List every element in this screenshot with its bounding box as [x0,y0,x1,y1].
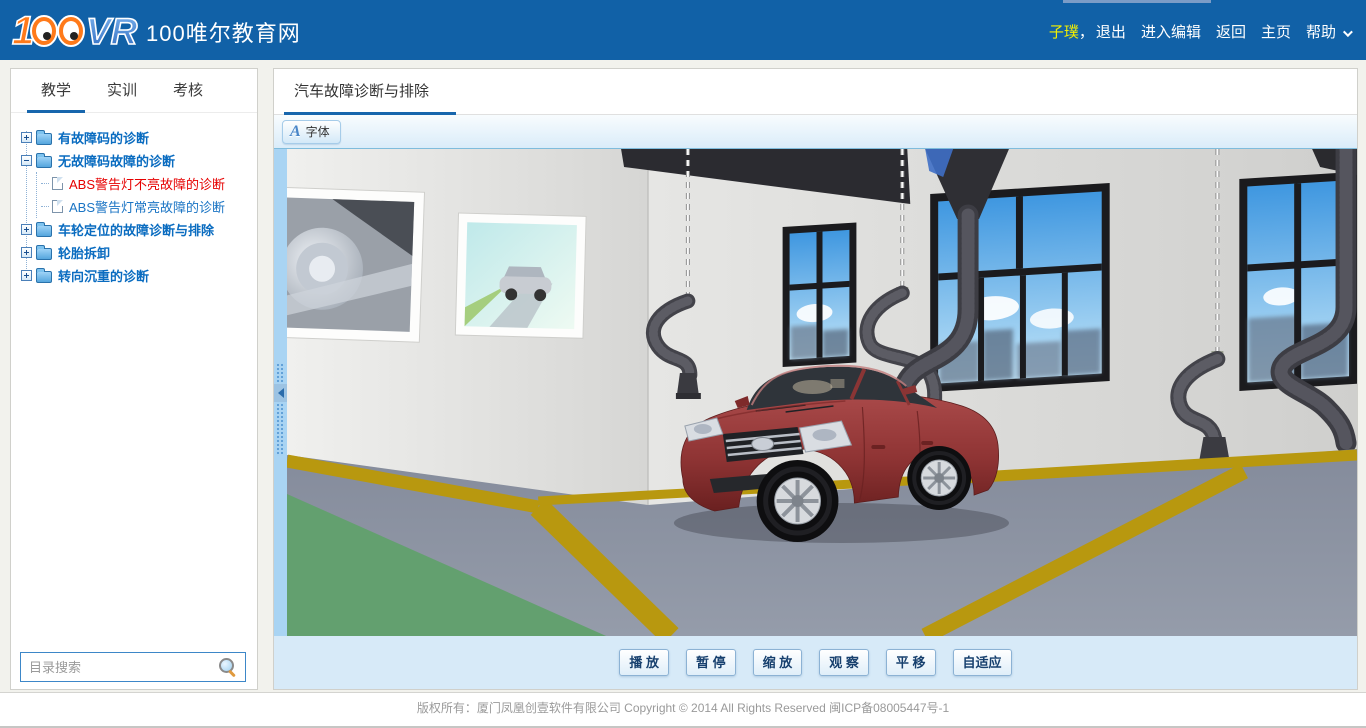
tab-course-title[interactable]: 汽车故障诊断与排除 [294,69,429,115]
copyright-text: 版权所有：厦门凤凰创壹软件有限公司 Copyright © 2014 All R… [417,701,949,715]
sidebar: 教学 实训 考核 有故障码的诊断 无故障码故障的诊断 ABS警告灯不亮故障的诊断… [10,68,258,690]
footer: 版权所有：厦门凤凰创壹软件有限公司 Copyright © 2014 All R… [0,692,1366,728]
arrow-left-icon [273,388,284,398]
pause-button[interactable]: 暂 停 [686,649,736,676]
tree-node-folder[interactable]: 无故障码故障的诊断 [21,149,257,172]
course-tree: 有故障码的诊断 无故障码故障的诊断 ABS警告灯不亮故障的诊断 ABS警告灯常亮… [11,113,257,287]
tree-node-folder[interactable]: 有故障码的诊断 [21,126,257,149]
front-wheel [757,460,839,542]
site-title: 100唯尔教育网 [146,16,301,48]
header: 1 VR 100唯尔教育网 子璞 ， 退出 进入编辑 返回 主页 帮助 [0,0,1366,60]
site-logo[interactable]: 1 VR [10,6,142,54]
garage-render[interactable] [287,149,1357,636]
username[interactable]: 子璞 [1049,21,1079,42]
search-icon[interactable] [219,658,237,676]
help-menu[interactable]: 帮助 [1306,21,1350,42]
logout-link[interactable]: 退出 [1096,21,1126,42]
expand-plus-icon[interactable] [21,224,32,235]
pan-button[interactable]: 平 移 [886,649,936,676]
main-panel: 汽车故障诊断与排除 A 字体 [273,68,1358,690]
expand-plus-icon[interactable] [21,270,32,281]
tree-node-doc[interactable]: ABS警告灯常亮故障的诊断 [41,195,257,218]
tree-node-doc-selected[interactable]: ABS警告灯不亮故障的诊断 [41,172,257,195]
document-icon [52,177,63,190]
folder-icon [36,225,52,237]
catalog-search [20,652,246,682]
3d-garage-scene[interactable] [287,149,1357,636]
font-button[interactable]: A 字体 [282,120,341,144]
chevron-down-icon [1343,27,1353,37]
fit-button[interactable]: 自适应 [953,649,1012,676]
viewer-controls: 播 放 暂 停 缩 放 观 察 平 移 自适应 [274,636,1357,689]
tab-assessment[interactable]: 考核 [155,69,221,112]
picture-frame-headlight [287,187,425,342]
folder-icon [36,133,52,145]
observe-button[interactable]: 观 察 [819,649,869,676]
sidebar-collapse-splitter[interactable] [274,149,287,636]
picture-frame-car [455,213,586,338]
expand-plus-icon[interactable] [21,132,32,143]
back-link[interactable]: 返回 [1216,21,1246,42]
tree-node-folder[interactable]: 轮胎拆卸 [21,241,257,264]
svg-text:VR: VR [86,11,138,52]
viewer-toolbar: A 字体 [274,115,1357,149]
header-accent-strip [1063,0,1211,3]
font-a-icon: A [290,124,301,140]
viewer-area [274,149,1357,636]
splitter-grip [276,363,285,456]
content-tabbar: 汽车故障诊断与排除 [274,69,1357,115]
logo-100vr-icon: 1 VR [10,6,142,54]
document-icon [52,200,63,213]
search-input[interactable] [21,660,219,675]
window [783,222,857,367]
rear-wheel [907,446,971,510]
play-button[interactable]: 播 放 [619,649,669,676]
tree-children: ABS警告灯不亮故障的诊断 ABS警告灯常亮故障的诊断 [36,172,257,218]
header-nav: 子璞 ， 退出 进入编辑 返回 主页 帮助 [1049,21,1350,42]
folder-open-icon [36,156,52,168]
username-separator: ， [1079,21,1094,42]
zoom-button[interactable]: 缩 放 [753,649,803,676]
collapse-minus-icon[interactable] [21,155,32,166]
folder-icon [36,248,52,260]
tab-teaching[interactable]: 教学 [23,69,89,112]
home-link[interactable]: 主页 [1261,21,1291,42]
sidebar-tabs: 教学 实训 考核 [11,69,257,113]
folder-icon [36,271,52,283]
tab-training[interactable]: 实训 [89,69,155,112]
tree-node-folder[interactable]: 转向沉重的诊断 [21,264,257,287]
collapse-arrow-button[interactable] [274,384,287,402]
tree-node-folder[interactable]: 车轮定位的故障诊断与排除 [21,218,257,241]
expand-plus-icon[interactable] [21,247,32,258]
enter-edit-link[interactable]: 进入编辑 [1141,21,1201,42]
